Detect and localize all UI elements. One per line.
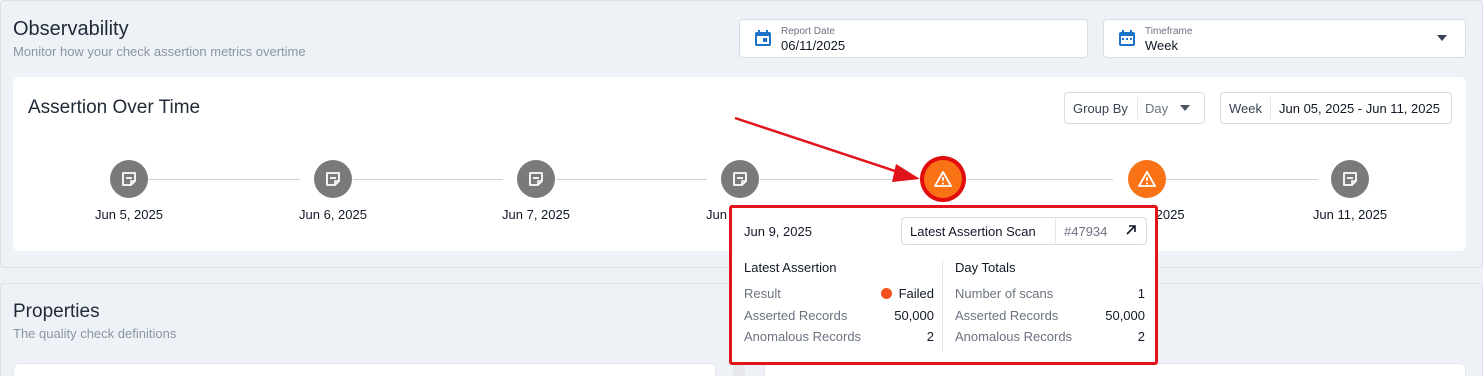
note-icon: [529, 172, 543, 186]
timeline-connector: [353, 179, 503, 180]
asserted-records-row: Asserted Records 50,000: [744, 308, 934, 330]
number-of-scans-label: Number of scans: [955, 286, 1054, 301]
asserted-records-label: Asserted Records: [744, 307, 848, 323]
day-node-jun-10[interactable]: [1128, 160, 1166, 198]
divider: [1137, 97, 1138, 119]
external-link-icon: [1126, 225, 1136, 235]
day-label: Jun 7, 2025: [502, 207, 570, 222]
report-date-label: Report Date: [781, 26, 835, 37]
note-icon: [1343, 172, 1357, 186]
result-row: Result Failed: [744, 286, 934, 308]
latest-assertion-scan-button[interactable]: Latest Assertion Scan #47934: [901, 217, 1147, 245]
properties-card: [13, 363, 716, 376]
anomalous-records-label: Anomalous Records: [744, 329, 862, 344]
day-node-jun-7[interactable]: [517, 160, 555, 198]
anomalous-records-value: 2: [1137, 329, 1145, 344]
day-node-jun-11[interactable]: [1331, 160, 1369, 198]
timeline-connector: [963, 179, 1113, 180]
timeframe-select[interactable]: Timeframe Week: [1103, 19, 1466, 58]
timeframe-value: Week: [1145, 38, 1178, 53]
number-of-scans-value: 1: [1137, 286, 1145, 301]
report-date-value: 06/11/2025: [781, 38, 846, 53]
asserted-records-label: Asserted Records: [955, 307, 1059, 323]
day-node-jun-5[interactable]: [110, 160, 148, 198]
anomalous-records-row: Anomalous Records 2: [744, 329, 934, 351]
anomalous-records-row: Anomalous Records 2: [955, 329, 1145, 351]
section-heading: Latest Assertion: [744, 260, 837, 275]
chevron-down-icon: [1180, 105, 1190, 111]
number-of-scans-row: Number of scans 1: [955, 286, 1145, 308]
day-node-jun-8[interactable]: [721, 160, 759, 198]
day-label: Jun 5, 2025: [95, 207, 163, 222]
properties-title: Properties: [13, 301, 100, 322]
group-by-label: Group By: [1073, 101, 1128, 116]
week-range-picker[interactable]: Week Jun 05, 2025 - Jun 11, 2025: [1220, 92, 1452, 124]
scan-id: #47934: [1064, 224, 1108, 239]
calendar-icon: [755, 30, 771, 46]
week-range-value: Jun 05, 2025 - Jun 11, 2025: [1279, 101, 1440, 116]
warning-icon: [934, 171, 952, 187]
day-node-jun-6[interactable]: [314, 160, 352, 198]
group-by-select[interactable]: Group By Day: [1064, 92, 1205, 124]
popover-date: Jun 9, 2025: [744, 224, 812, 239]
day-details-popover: Jun 9, 2025 Latest Assertion Scan #47934…: [729, 205, 1158, 365]
group-by-value: Day: [1145, 101, 1169, 116]
calendar-icon: [1119, 30, 1135, 46]
section-heading: Day Totals: [955, 260, 1016, 275]
day-node-jun-9[interactable]: [924, 160, 962, 198]
report-date-field[interactable]: Report Date 06/11/2025: [739, 19, 1088, 58]
timeline-connector: [556, 179, 707, 180]
timeline-connector: [760, 179, 910, 180]
card-title: Assertion Over Time: [28, 97, 201, 118]
page-title: Observability: [13, 18, 129, 40]
day-totals-section: Day Totals Number of scans 1 Asserted Re…: [955, 260, 1145, 351]
asserted-records-row: Asserted Records 50,000: [955, 308, 1145, 330]
anomalous-records-label: Anomalous Records: [955, 329, 1073, 344]
anomalous-records-value: 2: [926, 329, 934, 344]
timeline-connector: [148, 179, 300, 180]
day-label: Jun 6, 2025: [299, 207, 367, 222]
note-icon: [122, 172, 136, 186]
status-dot-icon: [880, 288, 892, 299]
result-value: Failed: [898, 286, 934, 301]
note-icon: [733, 172, 747, 186]
asserted-records-value: 50,000: [894, 307, 934, 323]
chevron-down-icon: [1437, 35, 1447, 41]
properties-subtitle: The quality check definitions: [13, 326, 177, 341]
page-subtitle: Monitor how your check assertion metrics…: [13, 44, 306, 59]
note-icon: [326, 172, 340, 186]
scan-button-label: Latest Assertion Scan: [910, 224, 1036, 239]
asserted-records-value: 50,000: [1105, 307, 1145, 323]
latest-assertion-section: Latest Assertion Result Failed Asserted …: [744, 260, 934, 351]
timeline-connector: [1166, 179, 1318, 180]
divider: [942, 260, 943, 352]
result-label: Result: [744, 286, 781, 301]
day-label: Jun 11, 2025: [1312, 207, 1388, 222]
divider: [1055, 218, 1056, 244]
week-label: Week: [1229, 101, 1262, 116]
timeframe-label: Timeframe: [1145, 26, 1193, 37]
warning-icon: [1138, 171, 1156, 187]
result-value-wrap: Failed: [880, 286, 934, 301]
divider: [1270, 97, 1271, 119]
